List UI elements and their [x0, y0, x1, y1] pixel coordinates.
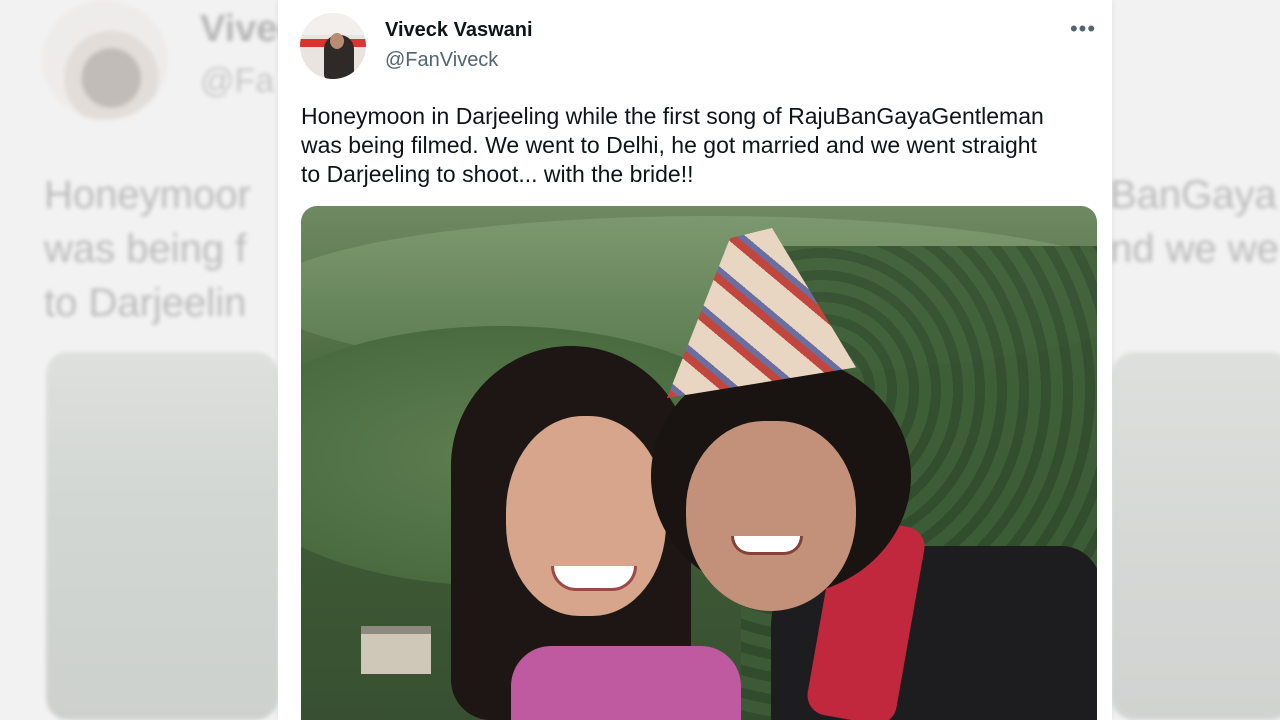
- background-photo-right: [1112, 352, 1280, 720]
- avatar-banner: [300, 13, 366, 35]
- background-tweet-text-left: Honeymoor was being f to Darjeelin: [44, 173, 251, 325]
- more-options-icon[interactable]: •••: [1068, 16, 1098, 46]
- author-name[interactable]: Viveck Vaswani: [385, 19, 533, 42]
- background-photo-left: [46, 352, 278, 720]
- background-avatar: [42, 0, 168, 120]
- photo-man-smile: [731, 536, 803, 555]
- avatar-face: [330, 33, 344, 49]
- photo-man-face: [686, 421, 856, 611]
- tweet-text: Honeymoon in Darjeeling while the first …: [301, 103, 1044, 187]
- background-author-handle: @Fa: [200, 62, 275, 100]
- avatar[interactable]: [300, 13, 366, 79]
- author-handle[interactable]: @FanViveck: [385, 49, 498, 72]
- photo-woman-smile: [551, 566, 637, 591]
- photo-house: [361, 626, 431, 674]
- photo-woman-top: [511, 646, 741, 720]
- background-tweet-text-right: BanGaya nd we we: [1110, 173, 1279, 271]
- tweet-card: Viveck Vaswani @FanViveck ••• Honeymoon …: [278, 0, 1112, 720]
- tweet-photo[interactable]: [301, 206, 1097, 720]
